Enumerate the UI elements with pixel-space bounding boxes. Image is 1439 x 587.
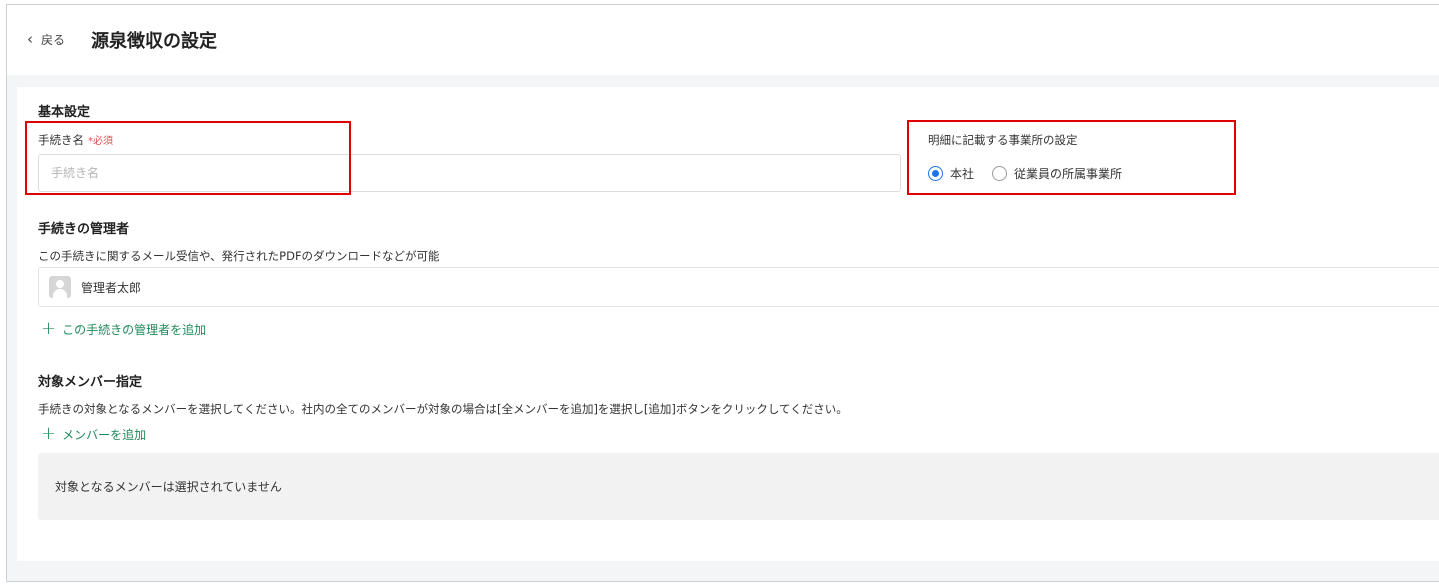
admin-description: この手続きに関するメール受信や、発行されたPDFのダウンロードなどが可能 (38, 249, 440, 263)
page-title: 源泉徴収の設定 (91, 31, 217, 52)
highlight-box-procedure-name (25, 121, 351, 195)
plus-icon: + (41, 318, 57, 339)
highlight-box-office-setting (907, 120, 1236, 195)
add-member-button[interactable]: + メンバーを追加 (41, 425, 146, 443)
user-avatar-icon (49, 276, 71, 298)
basic-section-title: 基本設定 (38, 105, 91, 120)
chevron-left-icon: ‹ (27, 30, 33, 48)
members-description: 手続きの対象となるメンバーを選択してください。社内の全てのメンバーが対象の場合は… (38, 402, 848, 416)
members-section-title: 対象メンバー指定 (38, 375, 143, 390)
add-member-label: メンバーを追加 (62, 427, 147, 442)
back-button[interactable]: ‹ 戻る (27, 31, 65, 48)
add-admin-button[interactable]: + この手続きの管理者を追加 (41, 320, 206, 338)
add-admin-label: この手続きの管理者を追加 (62, 322, 207, 337)
admin-name: 管理者太郎 (81, 280, 142, 295)
admin-section-title: 手続きの管理者 (38, 222, 130, 237)
members-empty-text: 対象となるメンバーは選択されていません (55, 480, 282, 494)
page-header: ‹ 戻る 源泉徴収の設定 (7, 5, 1439, 75)
admin-list-item[interactable]: 管理者太郎 (38, 267, 1439, 307)
back-label: 戻る (41, 33, 66, 47)
page-frame: ‹ 戻る 源泉徴収の設定 基本設定 手続き名*必須 明細に記載する事業所の設定 … (6, 4, 1439, 582)
plus-icon: + (41, 423, 57, 444)
members-empty-state: 対象となるメンバーは選択されていません (38, 453, 1439, 520)
